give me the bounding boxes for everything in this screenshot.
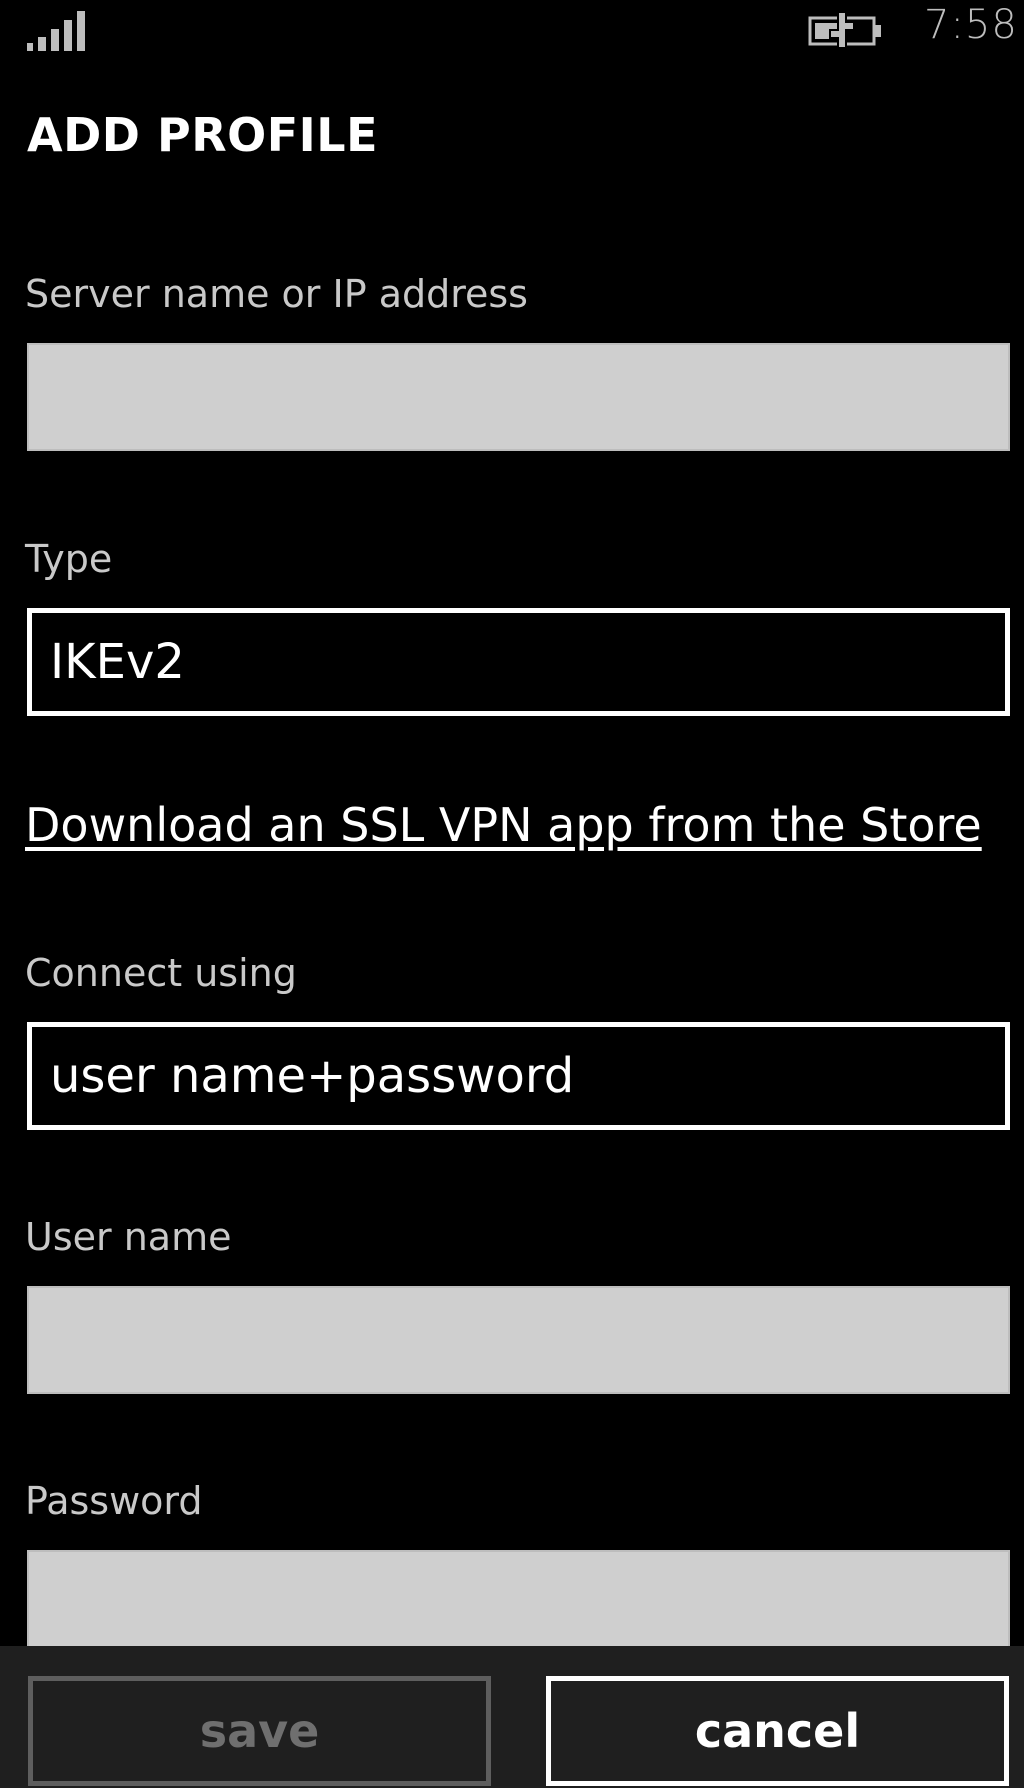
password-input[interactable] bbox=[27, 1550, 1010, 1658]
clock: 7:58 bbox=[924, 2, 1018, 48]
server-name-label: Server name or IP address bbox=[25, 272, 528, 316]
type-select[interactable]: IKEv2 bbox=[27, 608, 1010, 716]
connect-using-label: Connect using bbox=[25, 951, 297, 995]
status-bar: 7:58 bbox=[0, 0, 1024, 62]
app-bar: save cancel bbox=[0, 1646, 1024, 1788]
page-title: ADD PROFILE bbox=[27, 108, 378, 162]
password-label: Password bbox=[25, 1479, 203, 1523]
type-label: Type bbox=[25, 537, 113, 581]
connect-using-value: user name+password bbox=[50, 1048, 575, 1104]
save-button[interactable]: save bbox=[28, 1676, 491, 1786]
server-name-input[interactable] bbox=[27, 343, 1010, 451]
signal-strength-icon bbox=[27, 11, 85, 51]
user-name-input[interactable] bbox=[27, 1286, 1010, 1394]
user-name-label: User name bbox=[25, 1215, 232, 1259]
connect-using-select[interactable]: user name+password bbox=[27, 1022, 1010, 1130]
type-select-value: IKEv2 bbox=[50, 634, 185, 690]
cancel-button[interactable]: cancel bbox=[546, 1676, 1009, 1786]
battery-charging-icon bbox=[808, 12, 881, 48]
store-link[interactable]: Download an SSL VPN app from the Store bbox=[25, 798, 982, 852]
